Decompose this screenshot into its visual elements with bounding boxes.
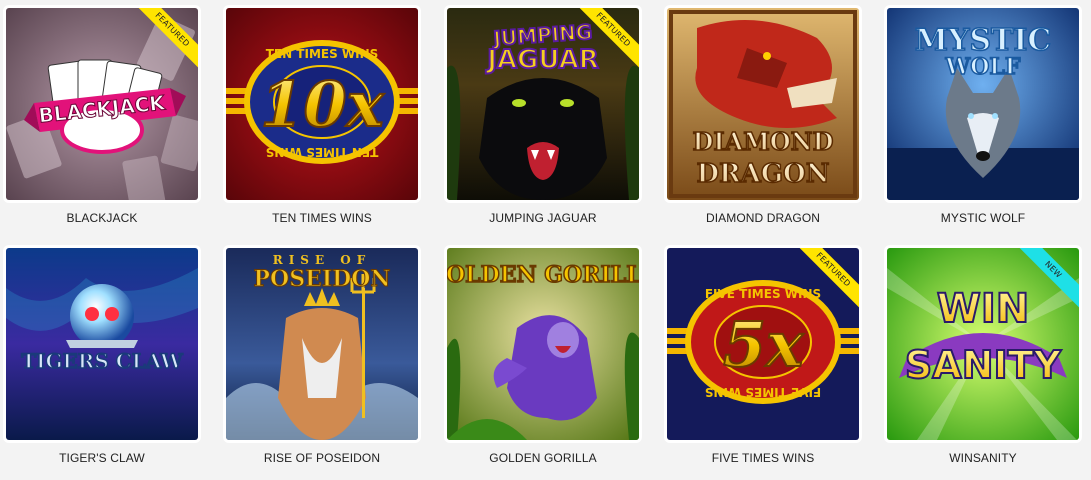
game-thumbnail-blackjack[interactable]: BLACKJACK FEATURED	[6, 8, 198, 200]
game-thumbnail-diamond-dragon[interactable]: DIAMOND DRAGON	[667, 8, 859, 200]
game-card-mystic-wolf[interactable]: MYSTIC WOLF MYSTIC WOLF	[887, 8, 1079, 225]
golden-gorilla-art: GOLDEN GORILLA	[447, 248, 639, 440]
five-times-wins-art: 5x FIVE TIMES WINS FIVE TIMES WINS	[667, 248, 859, 440]
game-thumbnail-jumping-jaguar[interactable]: JUMPING JAGUAR FEATURED	[447, 8, 639, 200]
game-title[interactable]: GOLDEN GORILLA	[437, 451, 649, 465]
dragon-art-text-1: DIAMOND	[693, 127, 834, 156]
game-card-jumping-jaguar[interactable]: JUMPING JAGUAR FEATURED JUMPING JAGUAR	[447, 8, 639, 225]
game-card-blackjack[interactable]: BLACKJACK FEATURED BLACKJACK	[6, 8, 198, 225]
tigers-claw-art: TIGERS CLAW	[6, 248, 198, 440]
tigers-claw-art-text: TIGERS CLAW	[21, 349, 183, 373]
five-x-art-text: 5x	[723, 308, 804, 381]
game-card-rise-of-poseidon[interactable]: RISE OF POSEIDON RISE OF POSEIDON	[226, 248, 418, 465]
game-card-five-times-wins[interactable]: 5x FIVE TIMES WINS FIVE TIMES WINS FEATU…	[667, 248, 859, 465]
ten-times-wins-art: 10x TEN TIMES WINS TEN TIMES WINS	[226, 8, 418, 200]
ring-text-top: TEN TIMES WINS	[266, 47, 379, 61]
game-card-golden-gorilla[interactable]: GOLDEN GORILLA GOLDEN GORILLA	[447, 248, 639, 465]
winsanity-art: WIN SANITY	[887, 248, 1079, 440]
ring-text-bottom: TEN TIMES WINS	[266, 145, 379, 159]
game-card-tigers-claw[interactable]: TIGERS CLAW TIGER'S CLAW	[6, 248, 198, 465]
wolf-art-text-2: WOLF	[945, 54, 1021, 80]
game-title[interactable]: DIAMOND DRAGON	[657, 211, 869, 225]
game-title[interactable]: FIVE TIMES WINS	[657, 451, 869, 465]
game-title[interactable]: BLACKJACK	[0, 211, 208, 225]
ring-text-bottom: FIVE TIMES WINS	[705, 385, 821, 399]
gorilla-art-text: GOLDEN GORILLA	[447, 262, 639, 288]
game-card-ten-times-wins[interactable]: 10x TEN TIMES WINS TEN TIMES WINS TEN TI…	[226, 8, 418, 225]
game-card-winsanity[interactable]: WIN SANITY NEW WIN SANITY	[887, 248, 1079, 465]
dragon-art-text-2: DRAGON	[697, 159, 830, 189]
ring-text-top: FIVE TIMES WINS	[705, 287, 821, 301]
game-thumbnail-tigers-claw[interactable]: TIGERS CLAW	[6, 248, 198, 440]
game-title[interactable]: WINSANITY	[877, 451, 1089, 465]
winsanity-art-text-1: WIN	[937, 286, 1029, 332]
blackjack-art: BLACKJACK	[6, 8, 198, 200]
game-title[interactable]: RISE OF POSEIDON	[216, 451, 428, 465]
winsanity-art-text-2: SANITY	[905, 343, 1062, 387]
game-title[interactable]: TIGER'S CLAW	[0, 451, 208, 465]
rise-of-poseidon-art: RISE OF POSEIDON	[226, 248, 418, 440]
game-thumbnail-golden-gorilla[interactable]: GOLDEN GORILLA	[447, 248, 639, 440]
poseidon-art-text-1: RISE OF	[273, 253, 372, 267]
game-thumbnail-five-times-wins[interactable]: 5x FIVE TIMES WINS FIVE TIMES WINS FEATU…	[667, 248, 859, 440]
game-title[interactable]: MYSTIC WOLF	[877, 211, 1089, 225]
game-card-diamond-dragon[interactable]: DIAMOND DRAGON DIAMOND DRAGON	[667, 8, 859, 225]
game-title[interactable]: JUMPING JAGUAR	[437, 211, 649, 225]
jaguar-art-text-2: JAGUAR	[485, 45, 599, 75]
jumping-jaguar-art: JUMPING JAGUAR	[447, 8, 639, 200]
diamond-dragon-art: DIAMOND DRAGON	[667, 8, 859, 200]
game-thumbnail-ten-times-wins[interactable]: 10x TEN TIMES WINS TEN TIMES WINS	[226, 8, 418, 200]
ten-x-art-text: 10x	[260, 68, 384, 141]
game-thumbnail-rise-of-poseidon[interactable]: RISE OF POSEIDON	[226, 248, 418, 440]
poseidon-art-text-2: POSEIDON	[253, 266, 390, 292]
wolf-art-text-1: MYSTIC	[915, 23, 1052, 58]
game-thumbnail-mystic-wolf[interactable]: MYSTIC WOLF	[887, 8, 1079, 200]
game-grid: BLACKJACK FEATURED BLACKJACK 10x TEN TIM…	[0, 0, 1091, 480]
mystic-wolf-art: MYSTIC WOLF	[887, 8, 1079, 200]
game-thumbnail-winsanity[interactable]: WIN SANITY NEW	[887, 248, 1079, 440]
game-title[interactable]: TEN TIMES WINS	[216, 211, 428, 225]
